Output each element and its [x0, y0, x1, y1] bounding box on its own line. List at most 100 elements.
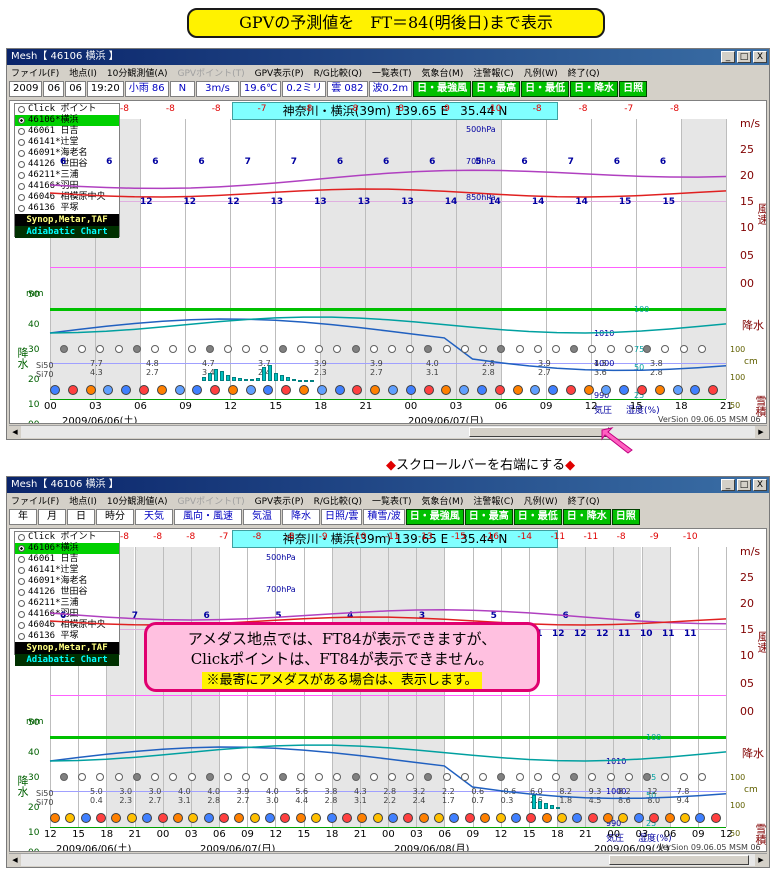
time-tick: 09 — [691, 829, 705, 840]
menu-item[interactable]: 一覧表(T) — [372, 494, 412, 507]
sunshine-button[interactable]: 日照 — [619, 81, 648, 97]
precip-bar — [538, 801, 542, 809]
weather-symbol-icon — [633, 813, 644, 823]
version-label: VerSion 09.06.05 MSM 06 — [658, 843, 761, 852]
tab-month[interactable]: 月 — [38, 509, 66, 525]
minimize-button[interactable]: _ — [721, 479, 735, 491]
time-tick: 21 — [579, 829, 592, 840]
month-field[interactable]: 06 — [43, 81, 65, 97]
daily-max-wind-button[interactable]: 日・最強風 — [405, 509, 464, 525]
cloud-cover-icon — [515, 773, 524, 781]
meteogram-chart[interactable]: 神奈川・横浜(39m) 139.65 E 35.44 N Click ポイント 46… — [9, 100, 767, 424]
cloud-cover-icon — [296, 773, 305, 781]
time-tick: 21 — [128, 829, 142, 840]
scroll-left-arrow[interactable]: ◀ — [9, 426, 21, 438]
menu-item[interactable]: 地点(I) — [69, 494, 97, 507]
menu-item[interactable]: 注警報(C) — [473, 66, 513, 79]
year-field[interactable]: 2009 — [9, 81, 43, 97]
cloud-cover-icon — [60, 345, 68, 353]
scroll-right-arrow[interactable]: ▶ — [755, 854, 767, 866]
daily-min-temp-button[interactable]: 日・最低 — [521, 81, 570, 97]
time-tick: 15 — [72, 829, 85, 840]
time-tick: 06 — [663, 829, 677, 840]
weather-symbol-icon — [418, 813, 429, 823]
menu-item[interactable]: ファイル(F) — [11, 66, 59, 79]
tab-day[interactable]: 日 — [67, 509, 95, 525]
cloud-cover-icon — [187, 345, 196, 353]
wind-button[interactable]: 風向・風速 — [174, 509, 242, 525]
cloud-cover-icon — [606, 345, 615, 353]
close-button[interactable]: X — [753, 51, 767, 63]
sun-cloud-button[interactable]: 日照/雲 — [321, 509, 363, 525]
weather-symbol-icon — [541, 813, 552, 823]
tab-year[interactable]: 年 — [9, 509, 37, 525]
precip-bar — [220, 371, 224, 381]
maximize-button[interactable]: □ — [737, 51, 751, 63]
tab-time[interactable]: 時分 — [96, 509, 134, 525]
precip-bar — [214, 369, 218, 381]
weather-symbol-icon — [295, 813, 306, 823]
menu-item[interactable]: ファイル(F) — [11, 494, 59, 507]
date-label: 2009/06/08(月) — [394, 844, 470, 852]
scroll-thumb[interactable] — [469, 427, 609, 437]
menu-item[interactable]: 10分観測値(A) — [107, 66, 168, 79]
menu-item[interactable]: GPVポイント(T) — [178, 494, 245, 507]
precip-button[interactable]: 降水 — [282, 509, 320, 525]
menu-item[interactable]: 終了(Q) — [568, 494, 600, 507]
daily-precip-button[interactable]: 日・降水 — [562, 509, 611, 525]
horizontal-scrollbar[interactable]: ◀ ▶ — [9, 853, 767, 866]
time-tick: 09 — [539, 401, 553, 412]
menu-item[interactable]: GPV表示(P) — [255, 66, 304, 79]
precip-bar — [256, 378, 260, 381]
weather-button[interactable]: 天気 — [135, 509, 173, 525]
title-bar: Mesh【 46106 横浜 】 _ □ X — [7, 49, 769, 65]
weather-symbol-icon — [50, 385, 60, 395]
menu-item[interactable]: 注警報(C) — [473, 494, 513, 507]
scroll-right-arrow[interactable]: ▶ — [755, 426, 767, 438]
menu-item[interactable]: 気象台(M) — [422, 66, 464, 79]
time-field[interactable]: 19:20 — [86, 81, 124, 97]
menu-item[interactable]: 終了(Q) — [568, 66, 600, 79]
daily-max-temp-button[interactable]: 日・最高 — [472, 81, 521, 97]
weather-symbol-icon — [557, 813, 567, 823]
menu-item[interactable]: R/G比較(Q) — [314, 66, 362, 79]
menu-item[interactable]: 凡例(W) — [524, 66, 558, 79]
menu-item[interactable]: 一覧表(T) — [372, 66, 412, 79]
top-window: Mesh【 46106 横浜 】 _ □ X ファイル(F) 地点(I) 10分観測… — [6, 48, 770, 440]
weather-symbol-icon — [388, 813, 398, 823]
date-label: 2009/06/06(土) — [62, 416, 138, 424]
callout-box: アメダス地点では、FT84が表示できますが、 Clickポイントは、FT84が表… — [144, 622, 540, 692]
menu-item[interactable]: R/G比較(Q) — [314, 494, 362, 507]
scroll-left-arrow[interactable]: ◀ — [9, 854, 21, 866]
close-button[interactable]: X — [753, 479, 767, 491]
menu-item[interactable]: 気象台(M) — [422, 494, 464, 507]
cloud-cover-icon — [552, 345, 560, 353]
menu-item[interactable]: GPV表示(P) — [255, 494, 304, 507]
precip-bar — [304, 380, 308, 382]
daily-max-temp-button[interactable]: 日・最高 — [464, 509, 513, 525]
daily-max-wind-button[interactable]: 日・最強風 — [413, 81, 472, 97]
day-field[interactable]: 06 — [65, 81, 86, 97]
weather-symbol-icon — [495, 813, 506, 823]
menu-item[interactable]: 地点(I) — [69, 66, 97, 79]
snow-wave-button[interactable]: 積雪/波 — [363, 509, 405, 525]
sunshine-button[interactable]: 日照 — [611, 509, 640, 525]
menu-item[interactable]: 10分観測値(A) — [107, 494, 168, 507]
minimize-button[interactable]: _ — [721, 51, 735, 63]
daily-min-temp-button[interactable]: 日・最低 — [513, 509, 562, 525]
pressure-line — [49, 318, 727, 372]
diamond-left-icon: ◆ — [386, 458, 396, 473]
callout-line2: Clickポイントは、FT84が表示できません。 — [190, 650, 494, 668]
cloud-cover-icon — [460, 773, 469, 781]
series-lines — [49, 169, 727, 372]
menu-item[interactable]: GPVポイント(T) — [178, 66, 245, 79]
maximize-button[interactable]: □ — [737, 479, 751, 491]
cloud-cover-icon — [205, 345, 214, 353]
temperature-button[interactable]: 気温 — [243, 509, 281, 525]
menu-item[interactable]: 凡例(W) — [524, 494, 558, 507]
scroll-thumb[interactable] — [609, 855, 749, 865]
cloud-cover-icon — [278, 773, 287, 781]
horizontal-scrollbar[interactable]: ◀ ▶ — [9, 425, 767, 438]
cloud-cover-icon — [296, 345, 305, 353]
daily-precip-button[interactable]: 日・降水 — [570, 81, 619, 97]
